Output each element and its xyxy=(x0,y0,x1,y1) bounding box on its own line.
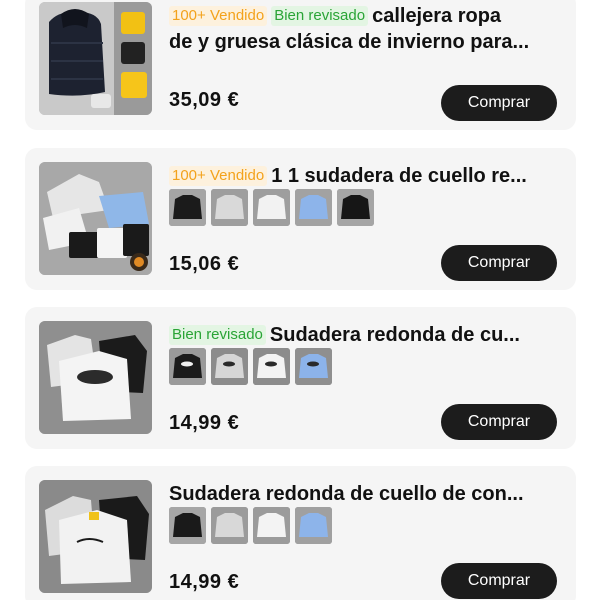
buy-button[interactable]: Comprar xyxy=(441,563,557,599)
product-price: 14,99 € xyxy=(169,412,240,434)
product-title[interactable]: Bien revisado Sudadera redonda de cu... xyxy=(169,323,558,347)
product-title-text: 1 1 sudadera de cuello re... xyxy=(271,165,527,187)
variant-swatch-white[interactable] xyxy=(253,189,290,226)
variant-swatch-grey[interactable] xyxy=(211,507,248,544)
variant-swatch-blue[interactable] xyxy=(295,189,332,226)
product-price: 15,06 € xyxy=(169,253,240,275)
product-price: 35,09 € xyxy=(169,89,240,111)
variant-swatch-black[interactable] xyxy=(169,348,206,385)
product-image[interactable] xyxy=(39,321,152,434)
variant-swatch-black-2[interactable] xyxy=(337,189,374,226)
product-card-2[interactable]: 100+ Vendido 1 1 sudadera de cuello re...… xyxy=(25,148,576,290)
product-title-line-2[interactable]: de y gruesa clásica de invierno para... xyxy=(169,30,558,54)
product-card-4[interactable]: Sudadera redonda de cuello de con... 14,… xyxy=(25,466,576,600)
product-image[interactable] xyxy=(39,2,152,115)
buy-button[interactable]: Comprar xyxy=(441,245,557,281)
variant-swatch-black[interactable] xyxy=(169,507,206,544)
variant-swatch-blue[interactable] xyxy=(295,348,332,385)
variant-swatch-black[interactable] xyxy=(169,189,206,226)
sold-badge: 100+ Vendido xyxy=(169,166,268,186)
product-image[interactable] xyxy=(39,480,152,593)
review-badge: Bien revisado xyxy=(169,325,266,345)
variant-swatch-white[interactable] xyxy=(253,348,290,385)
product-card-3[interactable]: Bien revisado Sudadera redonda de cu... 1… xyxy=(25,307,576,449)
review-badge: Bien revisado xyxy=(271,6,369,26)
sold-badge: 100+ Vendido xyxy=(169,6,268,26)
variant-swatch-grey[interactable] xyxy=(211,348,248,385)
product-card-1[interactable]: 100+ Vendido Bien revisado callejera ropa … xyxy=(25,0,576,130)
product-title[interactable]: Sudadera redonda de cuello de con... xyxy=(169,482,558,506)
product-image[interactable] xyxy=(39,162,152,275)
product-title[interactable]: 100+ Vendido Bien revisado callejera ropa xyxy=(169,4,558,28)
buy-button[interactable]: Comprar xyxy=(441,404,557,440)
product-title-text: callejera ropa xyxy=(372,5,502,27)
product-title[interactable]: 100+ Vendido 1 1 sudadera de cuello re... xyxy=(169,164,558,188)
product-title-text: Sudadera redonda de cu... xyxy=(269,324,520,346)
buy-button[interactable]: Comprar xyxy=(441,85,557,121)
variant-swatch-white[interactable] xyxy=(253,507,290,544)
variant-swatch-blue[interactable] xyxy=(295,507,332,544)
product-price: 14,99 € xyxy=(169,571,240,593)
variant-swatch-grey[interactable] xyxy=(211,189,248,226)
